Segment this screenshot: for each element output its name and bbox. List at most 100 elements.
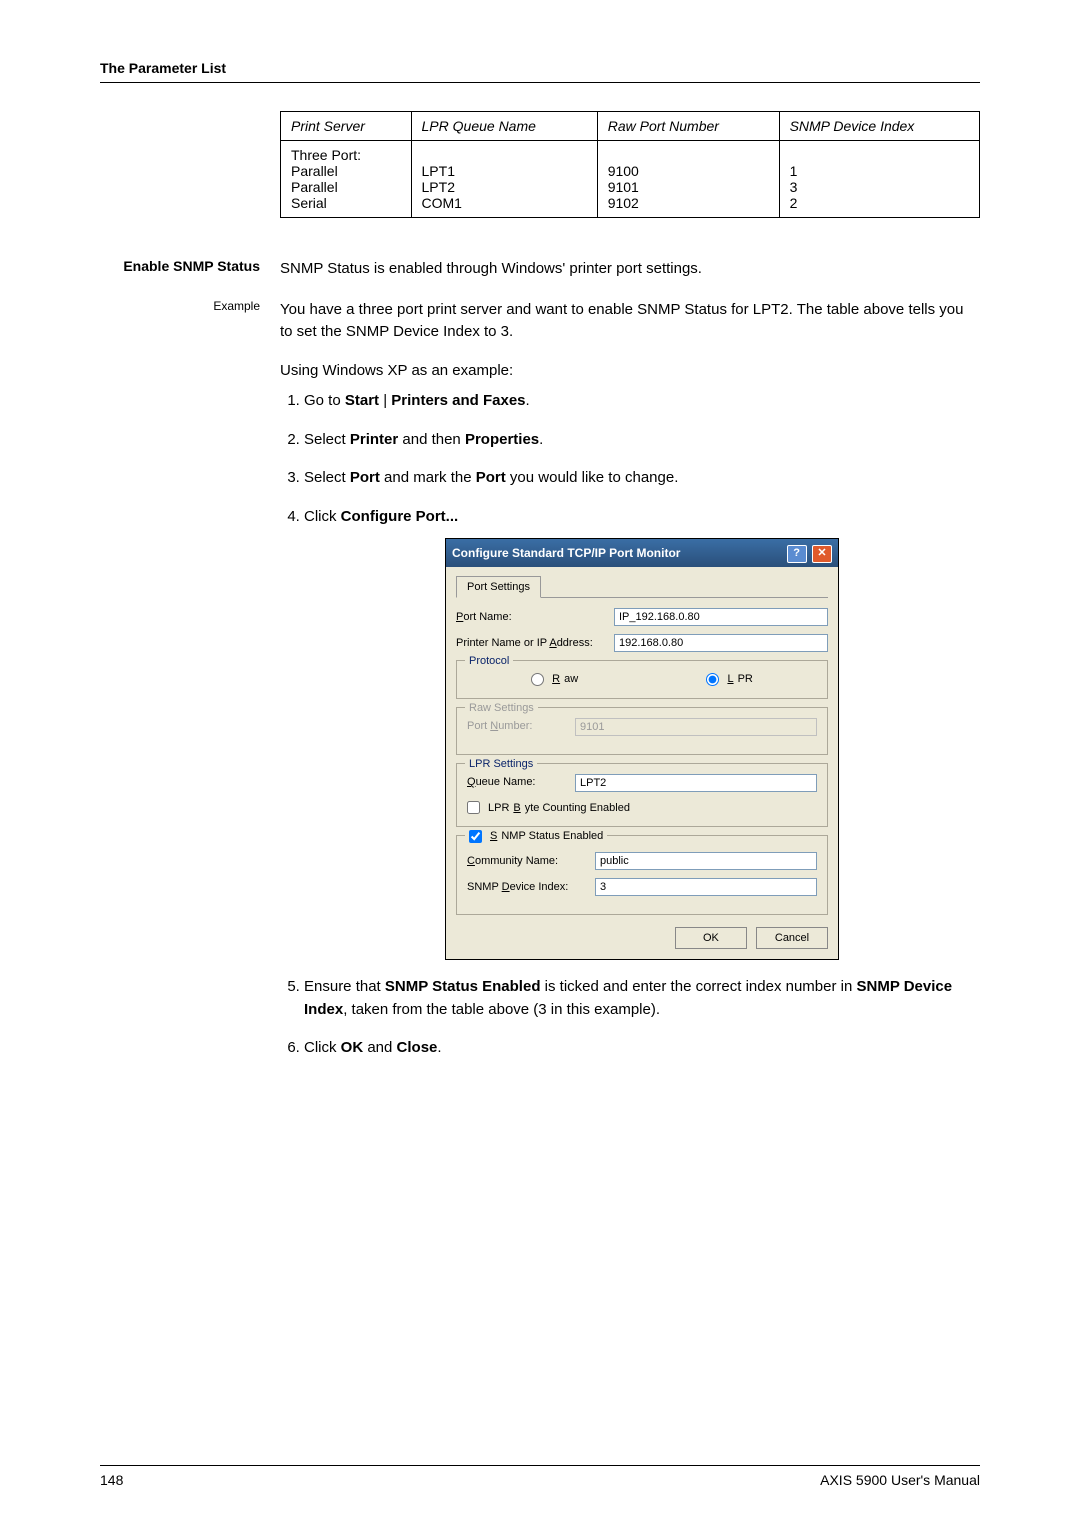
device-index-label: SNMP Device Index: (467, 879, 587, 896)
raw-radio-label[interactable]: Raw (531, 671, 578, 688)
community-input[interactable] (595, 852, 817, 870)
raw-settings-legend: Raw Settings (465, 700, 538, 717)
label-pre: Printer Name or IP (456, 637, 549, 649)
step-text: Select (304, 469, 350, 486)
label-rest: umber: (498, 720, 532, 732)
th-print-server: Print Server (281, 112, 412, 141)
step-3: Select Port and mark the Port you would … (304, 467, 980, 490)
label-pre: Port (467, 720, 490, 732)
page-number: 148 (100, 1472, 123, 1488)
body-text: SNMP Status is enabled through Windows' … (280, 258, 980, 281)
step-text: Click (304, 508, 341, 525)
printer-address-row: Printer Name or IP Address: (456, 634, 828, 652)
th-lpr-queue: LPR Queue Name (411, 112, 597, 141)
label-rest: ddress: (557, 637, 593, 649)
paragraph: Using Windows XP as an example: (280, 360, 980, 383)
dialog-wrap: Configure Standard TCP/IP Port Monitor ?… (304, 538, 980, 960)
bold-text: SNMP Status Enabled (385, 978, 541, 995)
side-heading: Enable SNMP Status (100, 258, 280, 281)
port-name-input[interactable] (614, 608, 828, 626)
step-text: | (379, 392, 391, 409)
snmp-legend: SNMP Status Enabled (465, 828, 607, 845)
protocol-radios: Raw L PR (467, 671, 817, 688)
cell-text: Parallel (291, 163, 338, 179)
snmp-enabled-label[interactable]: SNMP Status Enabled (469, 828, 603, 845)
device-index-input[interactable] (595, 878, 817, 896)
enable-snmp-block: Enable SNMP Status SNMP Status is enable… (100, 258, 980, 281)
cancel-button[interactable]: Cancel (756, 927, 828, 949)
step-text: . (539, 431, 543, 448)
cell-text: LPT1 (422, 163, 455, 179)
bold-text: Port (476, 469, 506, 486)
port-name-label: Port Name: (456, 609, 606, 626)
dialog-titlebar: Configure Standard TCP/IP Port Monitor ?… (446, 539, 838, 567)
body-column: You have a three port print server and w… (280, 299, 980, 1076)
step-text: you would like to change. (506, 469, 679, 486)
configure-port-dialog: Configure Standard TCP/IP Port Monitor ?… (445, 538, 839, 960)
mnemonic: L (727, 671, 733, 688)
lpr-radio-label[interactable]: L PR (706, 671, 752, 688)
lpr-byte-counting-checkbox[interactable] (467, 801, 480, 814)
example-block: Example You have a three port print serv… (100, 299, 980, 1076)
device-index-row: SNMP Device Index: (467, 878, 817, 896)
community-label: Community Name: (467, 853, 587, 870)
raw-port-input (575, 718, 817, 736)
raw-radio[interactable] (531, 673, 544, 686)
raw-port-label: Port Number: (467, 718, 567, 735)
page-footer: 148 AXIS 5900 User's Manual (100, 1465, 980, 1488)
step-1: Go to Start | Printers and Faxes. (304, 390, 980, 413)
cell-text: 1 (790, 163, 798, 179)
bold-text: Close (397, 1039, 438, 1056)
bold-text: Start (345, 392, 379, 409)
mnemonic: R (552, 671, 560, 688)
protocol-group: Protocol Raw LPR (456, 660, 828, 699)
td: 9100 9101 9102 (597, 141, 779, 218)
dialog-title-text: Configure Standard TCP/IP Port Monitor (452, 544, 680, 562)
table-row: Three Port: Parallel Parallel Serial LPT… (281, 141, 980, 218)
bold-text: Printer (350, 431, 398, 448)
step-5: Ensure that SNMP Status Enabled is ticke… (304, 976, 980, 1021)
step-2: Select Printer and then Properties. (304, 429, 980, 452)
paragraph: You have a three port print server and w… (280, 299, 980, 344)
label-rest: ueue Name: (476, 776, 536, 788)
mnemonic: A (549, 637, 556, 649)
help-icon[interactable]: ? (787, 545, 807, 563)
window-buttons: ? ✕ (785, 543, 832, 563)
cell-text: Serial (291, 195, 327, 211)
lpr-byte-counting-label[interactable]: LPR Byte Counting Enabled (467, 800, 817, 817)
step-text: Ensure that (304, 978, 385, 995)
cell-text: COM1 (422, 195, 462, 211)
snmp-enabled-checkbox[interactable] (469, 830, 482, 843)
printer-address-label: Printer Name or IP Address: (456, 635, 606, 652)
doc-title: AXIS 5900 User's Manual (820, 1472, 980, 1488)
label-rest: PR (738, 671, 753, 688)
bold-text: Printers and Faxes (391, 392, 525, 409)
tab-port-settings[interactable]: Port Settings (456, 576, 541, 599)
td: Three Port: Parallel Parallel Serial (281, 141, 412, 218)
step-text: . (526, 392, 530, 409)
step-text: Click (304, 1039, 341, 1056)
queue-name-row: Queue Name: (467, 774, 817, 792)
mnemonic: Q (467, 776, 476, 788)
queue-name-input[interactable] (575, 774, 817, 792)
lpr-radio[interactable] (706, 673, 719, 686)
step-text: and (363, 1039, 396, 1056)
bold-text: Properties (465, 431, 539, 448)
cell-text: LPT2 (422, 179, 455, 195)
label-rest: NMP Status Enabled (501, 828, 603, 845)
ok-button[interactable]: OK (675, 927, 747, 949)
printer-address-input[interactable] (614, 634, 828, 652)
cell-text: 9102 (608, 195, 639, 211)
step-text: and mark the (380, 469, 476, 486)
raw-settings-group: Raw Settings Port Number: (456, 707, 828, 755)
bold-text: OK (341, 1039, 364, 1056)
close-icon[interactable]: ✕ (812, 545, 832, 563)
step-text: , taken from the table above (3 in this … (343, 1001, 660, 1018)
cell-text: 3 (790, 179, 798, 195)
td: LPT1 LPT2 COM1 (411, 141, 597, 218)
td: 1 3 2 (779, 141, 979, 218)
label-rest: ommunity Name: (475, 855, 558, 867)
step-4: Click Configure Port... Configure Standa… (304, 506, 980, 961)
lpr-settings-group: LPR Settings Queue Name: LPR Byte Counti… (456, 763, 828, 828)
mnemonic: C (467, 855, 475, 867)
